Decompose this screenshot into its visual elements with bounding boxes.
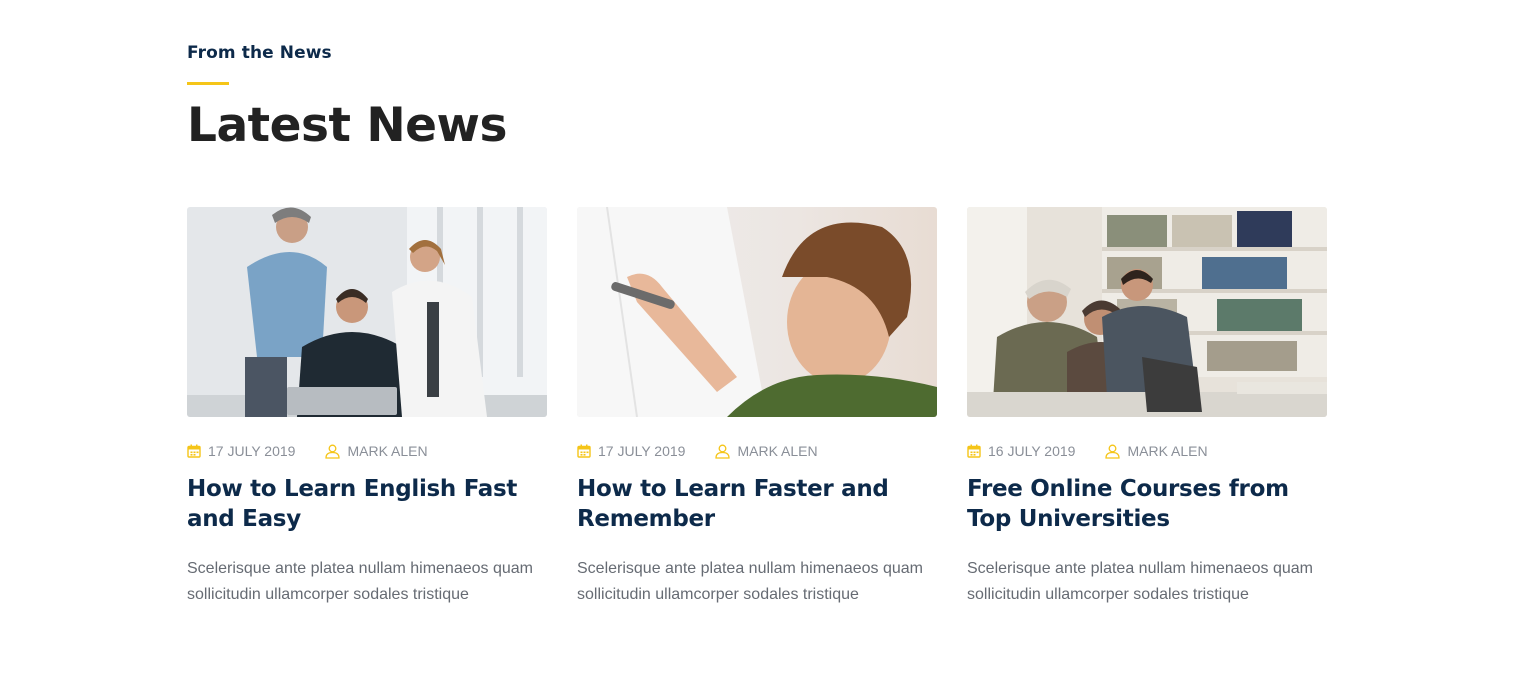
user-icon	[1105, 444, 1121, 459]
post-excerpt: Scelerisque ante platea nullam himenaeos…	[187, 560, 533, 603]
post-date[interactable]: 17 JULY 2019	[577, 443, 685, 459]
post-author[interactable]: MARK ALEN	[1105, 443, 1208, 459]
post-date-text: 17 JULY 2019	[598, 443, 686, 459]
post-author-text: MARK ALEN	[737, 443, 818, 459]
post-meta: 17 JULY 2019 MARK ALEN	[577, 442, 937, 460]
calendar-icon	[577, 444, 591, 458]
post-title-link[interactable]: How to Learn Faster and Remember	[577, 476, 889, 532]
post-meta: 16 JULY 2019 MARK ALEN	[967, 442, 1327, 460]
post-author-text: MARK ALEN	[1127, 443, 1208, 459]
post-thumbnail[interactable]	[577, 207, 937, 417]
post-date[interactable]: 16 JULY 2019	[967, 443, 1075, 459]
post-title-link[interactable]: Free Online Courses from Top Universitie…	[967, 476, 1289, 532]
students-library-photo[interactable]	[967, 207, 1327, 417]
section-heading: Latest News	[187, 98, 507, 153]
user-icon	[715, 444, 731, 459]
post-title[interactable]: How to Learn Faster and Remember	[577, 474, 937, 534]
section-eyebrow: From the News	[187, 43, 332, 63]
news-card: 17 JULY 2019 MARK ALEN How to Learn Fast…	[577, 207, 937, 608]
post-title-link[interactable]: How to Learn English Fast and Easy	[187, 476, 517, 532]
user-icon	[325, 444, 341, 459]
post-date[interactable]: 17 JULY 2019	[187, 443, 295, 459]
post-title[interactable]: Free Online Courses from Top Universitie…	[967, 474, 1327, 534]
post-excerpt: Scelerisque ante platea nullam himenaeos…	[577, 560, 923, 603]
boy-writing-photo[interactable]	[577, 207, 937, 417]
post-author-text: MARK ALEN	[347, 443, 428, 459]
news-card: 17 JULY 2019 MARK ALEN How to Learn Engl…	[187, 207, 547, 608]
post-excerpt: Scelerisque ante platea nullam himenaeos…	[967, 560, 1313, 603]
news-cards: 17 JULY 2019 MARK ALEN How to Learn Engl…	[187, 207, 1327, 608]
calendar-icon	[187, 444, 201, 458]
post-meta: 17 JULY 2019 MARK ALEN	[187, 442, 547, 460]
calendar-icon	[967, 444, 981, 458]
post-date-text: 17 JULY 2019	[208, 443, 296, 459]
post-author[interactable]: MARK ALEN	[715, 443, 818, 459]
team-meeting-photo[interactable]	[187, 207, 547, 417]
news-card: 16 JULY 2019 MARK ALEN Free Online Cours…	[967, 207, 1327, 608]
eyebrow-divider	[187, 82, 229, 85]
post-title[interactable]: How to Learn English Fast and Easy	[187, 474, 547, 534]
post-date-text: 16 JULY 2019	[988, 443, 1076, 459]
post-author[interactable]: MARK ALEN	[325, 443, 428, 459]
post-thumbnail[interactable]	[967, 207, 1327, 417]
post-thumbnail[interactable]	[187, 207, 547, 417]
